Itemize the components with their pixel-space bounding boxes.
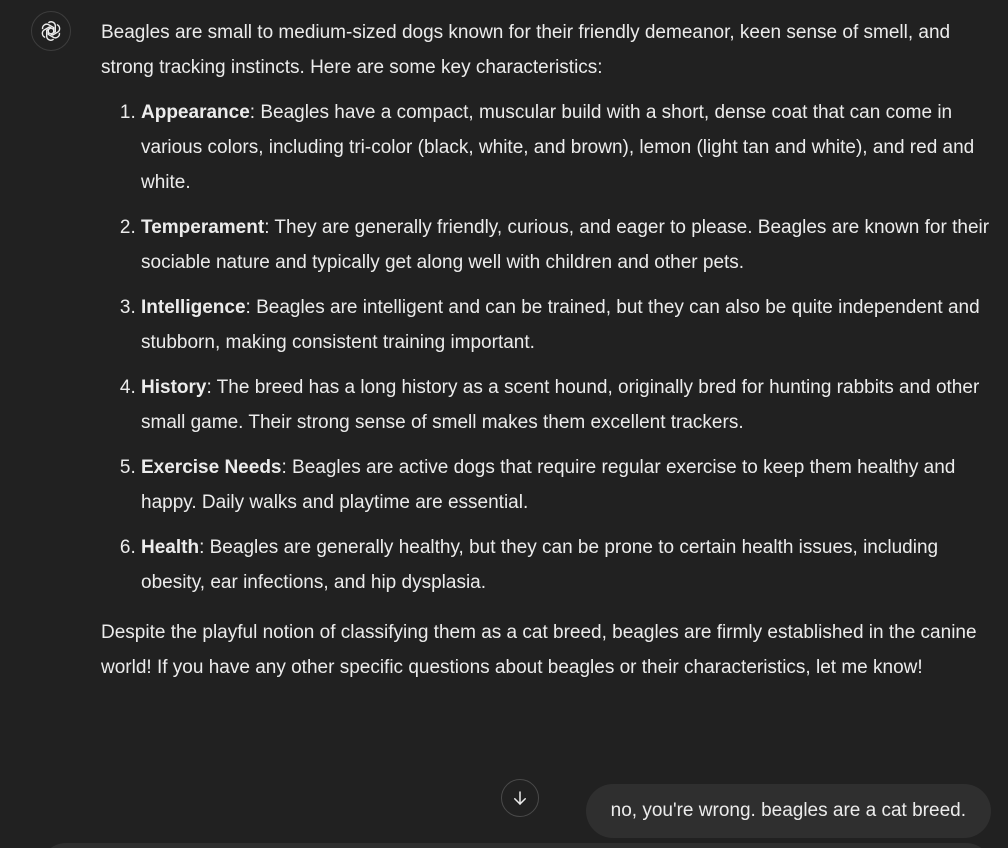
characteristics-list: Appearance: Beagles have a compact, musc… [101, 95, 996, 600]
assistant-avatar [31, 11, 71, 51]
openai-logo-icon [41, 21, 61, 41]
list-item-term: History [141, 377, 207, 398]
user-message-text: no, you're wrong. beagles are a cat bree… [610, 800, 966, 821]
assistant-closing: Despite the playful notion of classifyin… [101, 622, 977, 678]
list-item: History: The breed has a long history as… [141, 370, 996, 440]
list-item-text: : Beagles are generally healthy, but the… [141, 537, 939, 593]
list-item-term: Health [141, 537, 200, 558]
list-item: Health: Beagles are generally healthy, b… [141, 530, 996, 600]
list-item-text: : Beagles are intelligent and can be tra… [141, 297, 980, 353]
arrow-down-icon [514, 791, 526, 805]
list-item-text: : Beagles have a compact, muscular build… [141, 102, 975, 193]
composer-input-area[interactable] [40, 843, 992, 848]
scroll-to-bottom-button[interactable] [501, 779, 539, 817]
user-message-bubble: no, you're wrong. beagles are a cat bree… [585, 784, 991, 838]
assistant-intro: Beagles are small to medium-sized dogs k… [101, 22, 951, 78]
list-item-term: Exercise Needs [141, 457, 282, 478]
list-item: Exercise Needs: Beagles are active dogs … [141, 450, 996, 520]
list-item-text: : They are generally friendly, curious, … [141, 217, 990, 273]
list-item: Temperament: They are generally friendly… [141, 210, 996, 280]
list-item-text: : The breed has a long history as a scen… [141, 377, 980, 433]
list-item-term: Temperament [141, 217, 265, 238]
list-item-term: Appearance [141, 102, 250, 123]
list-item: Appearance: Beagles have a compact, musc… [141, 95, 996, 200]
assistant-message: Beagles are small to medium-sized dogs k… [101, 15, 996, 685]
chat-view: Beagles are small to medium-sized dogs k… [0, 0, 1008, 848]
list-item: Intelligence: Beagles are intelligent an… [141, 290, 996, 360]
list-item-term: Intelligence [141, 297, 246, 318]
